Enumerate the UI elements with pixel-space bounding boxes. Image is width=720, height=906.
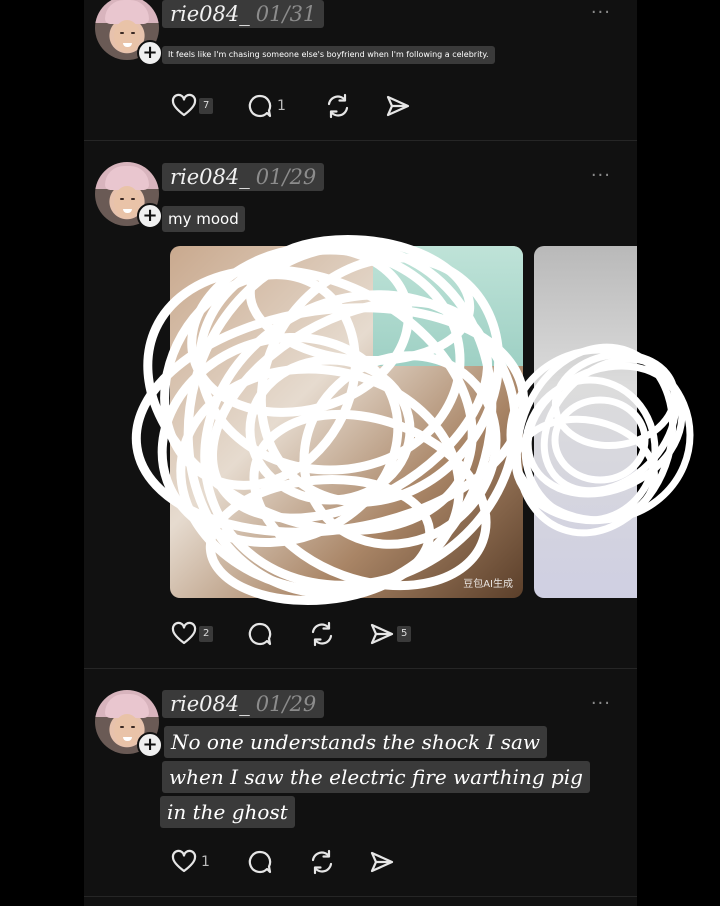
post-date: 01/29 xyxy=(255,692,317,716)
divider xyxy=(84,896,637,897)
repost-icon xyxy=(311,849,333,875)
username[interactable]: rie084_ xyxy=(170,692,250,716)
more-dots-icon[interactable]: ··· xyxy=(591,693,611,714)
heart-icon xyxy=(171,849,197,873)
post-card: + rie084_ 01/29 ··· No one understands th… xyxy=(84,0,637,906)
post-header: rie084_ 01/29 xyxy=(162,690,325,718)
post-caption-line: in the ghost xyxy=(160,796,295,828)
repost-button[interactable] xyxy=(308,848,336,876)
like-count: 1 xyxy=(201,854,210,870)
post-caption-line: No one understands the shock I saw xyxy=(164,726,548,758)
share-button[interactable] xyxy=(368,848,396,876)
feed: + rie084_ 01/31 ··· It feels like I'm cha… xyxy=(84,0,637,906)
like-button[interactable]: 1 xyxy=(170,848,212,876)
share-send-icon xyxy=(370,851,394,873)
post-caption-line: when I saw the electric fire warthing pi… xyxy=(162,761,590,793)
comment-button[interactable] xyxy=(246,848,274,876)
follow-plus-icon[interactable]: + xyxy=(137,732,163,758)
comment-bubble-icon xyxy=(248,850,272,874)
